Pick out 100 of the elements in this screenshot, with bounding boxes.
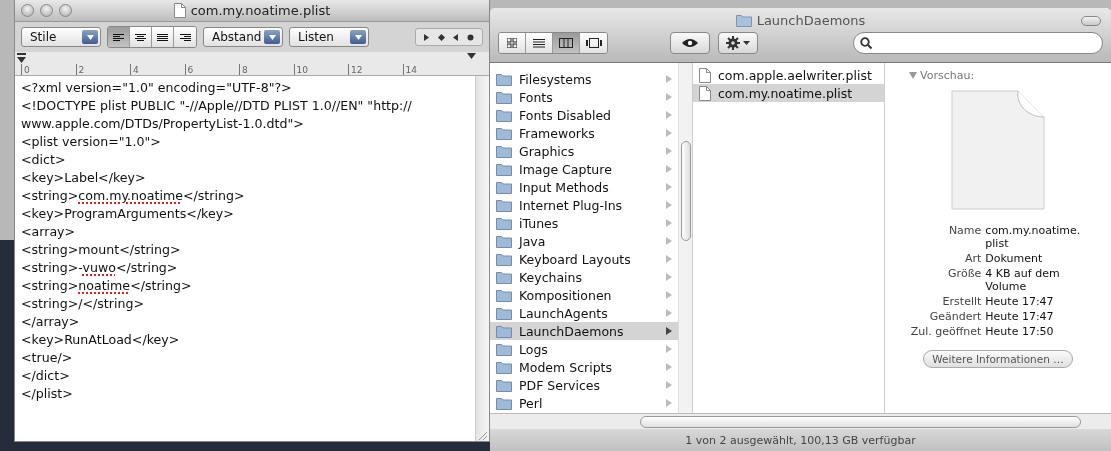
view-mode-button[interactable] — [580, 33, 607, 53]
ruler-number: 0 — [21, 64, 30, 75]
text-line: <!DOCTYPE plist PUBLIC "-//Apple//DTD PLIST 1.0//EN" "http:// — [21, 97, 413, 115]
folder-row[interactable]: iTunes — [490, 214, 678, 232]
folder-row[interactable]: Input Methods — [490, 178, 678, 196]
action-menu-button[interactable] — [718, 32, 758, 54]
triangle-left-icon — [453, 33, 459, 41]
alignment-button[interactable] — [108, 27, 130, 47]
folder-row[interactable]: Fonts — [490, 88, 678, 106]
alignment-button[interactable] — [130, 27, 152, 47]
cover-flow-icon — [585, 38, 602, 48]
folder-icon — [496, 180, 512, 194]
disclosure-arrow-icon — [666, 255, 672, 263]
more-info-button[interactable]: Weitere Informationen … — [923, 350, 1073, 368]
folder-row[interactable]: PDF Services — [490, 376, 678, 394]
disclosure-triangle-icon[interactable] — [909, 72, 917, 79]
lists-dropdown[interactable]: Listen — [289, 27, 369, 47]
alignment-button[interactable] — [152, 27, 174, 47]
folder-row[interactable]: Keyboard Layouts — [490, 250, 678, 268]
text-line: <string>com.my.noatime</string> — [21, 187, 246, 205]
horizontal-scroll-thumb[interactable] — [640, 415, 1081, 428]
folder-icon — [496, 108, 512, 122]
ruler-number: 14 — [402, 64, 417, 75]
folder-icon — [496, 252, 512, 266]
grid-icon — [507, 38, 517, 48]
folder-row[interactable]: Logs — [490, 340, 678, 358]
view-mode-control[interactable] — [498, 32, 608, 54]
disclosure-arrow-icon — [666, 147, 672, 155]
preview-heading: Vorschau: — [920, 69, 975, 82]
text-line: <key>ProgramArguments</key> — [21, 205, 235, 223]
info-value: Heute 17:47 — [985, 295, 1055, 308]
folder-row[interactable]: Perl — [490, 394, 678, 412]
alignment-button[interactable] — [174, 27, 196, 47]
minimize-button[interactable] — [40, 4, 53, 17]
spacing-dropdown[interactable]: Abstand — [203, 27, 283, 47]
disclosure-arrow-icon — [666, 363, 672, 371]
file-row[interactable]: com.apple.aelwriter.plist — [693, 66, 884, 84]
info-value: com.my.noatime.plist — [985, 224, 1082, 250]
folder-row[interactable]: Image Capture — [490, 160, 678, 178]
folder-row[interactable]: Kompositionen — [490, 286, 678, 304]
close-button[interactable] — [21, 4, 34, 17]
info-label: Art — [963, 252, 982, 265]
disclosure-arrow-icon — [666, 399, 672, 407]
disclosure-arrow-icon — [666, 201, 672, 209]
folder-row[interactable]: Frameworks — [490, 124, 678, 142]
zoom-button[interactable] — [59, 4, 72, 17]
view-mode-button[interactable] — [526, 33, 553, 53]
folder-row[interactable]: Fonts Disabled — [490, 106, 678, 124]
text-line: <string>mount</string> — [21, 241, 182, 259]
folder-icon — [496, 198, 512, 212]
caret-icon — [743, 41, 750, 45]
folder-row[interactable]: LaunchDaemons — [490, 322, 678, 340]
quick-look-button[interactable] — [670, 32, 710, 54]
folder-row[interactable]: Java — [490, 232, 678, 250]
tab-stops-control[interactable] — [415, 28, 483, 46]
ruler-number: 4 — [130, 64, 139, 75]
scroll-thumb[interactable] — [680, 141, 691, 241]
info-label: Zul. geöffnet — [910, 325, 982, 338]
alignment-control[interactable] — [107, 26, 197, 48]
search-field[interactable] — [853, 32, 1103, 54]
styles-dropdown[interactable]: Stile — [21, 27, 101, 47]
align-left-icon — [113, 32, 124, 42]
info-value: 4 KB auf dem Volume — [985, 267, 1061, 293]
columns-icon — [559, 38, 573, 48]
align-justify-icon — [157, 32, 168, 42]
ruler-number: 12 — [348, 64, 363, 75]
disclosure-arrow-icon — [666, 219, 672, 227]
disclosure-arrow-icon — [666, 273, 672, 281]
indent-marker-icon[interactable] — [17, 53, 26, 64]
info-label: Erstellt — [941, 295, 982, 308]
window-title: LaunchDaemons — [756, 12, 866, 28]
list-icon — [533, 38, 545, 48]
folder-row[interactable]: LaunchAgents — [490, 304, 678, 322]
disclosure-arrow-icon — [666, 75, 672, 83]
folder-row[interactable]: Filesystems — [490, 70, 678, 88]
folder-row[interactable]: Keychains — [490, 268, 678, 286]
folder-icon — [496, 396, 512, 410]
view-mode-button[interactable] — [553, 33, 580, 53]
view-mode-button[interactable] — [499, 33, 526, 53]
disclosure-arrow-icon — [666, 183, 672, 191]
resize-grip-icon[interactable] — [476, 429, 488, 441]
folder-icon — [496, 234, 512, 248]
text-line: www.apple.com/DTDs/PropertyList-1.0.dtd"> — [21, 115, 305, 133]
folder-row[interactable]: Modem Scripts — [490, 358, 678, 376]
ruler-number: 10 — [293, 64, 308, 75]
disclosure-arrow-icon — [666, 345, 672, 353]
text-line: <dict> — [21, 151, 67, 169]
diamond-icon — [437, 33, 445, 41]
text-line: <string>noatime</string> — [21, 277, 193, 295]
file-row[interactable]: com.my.noatime.plist — [693, 84, 884, 102]
caret-icon — [86, 34, 94, 40]
disclosure-arrow-icon — [666, 111, 672, 119]
folder-icon — [496, 90, 512, 104]
ruler-number: 2 — [75, 64, 85, 75]
eye-icon — [681, 38, 699, 48]
document-preview-icon — [951, 90, 1045, 210]
toolbar-toggle-button[interactable] — [1081, 16, 1101, 26]
disclosure-arrow-icon — [666, 165, 672, 173]
folder-row[interactable]: Internet Plug-Ins — [490, 196, 678, 214]
folder-row[interactable]: Graphics — [490, 142, 678, 160]
